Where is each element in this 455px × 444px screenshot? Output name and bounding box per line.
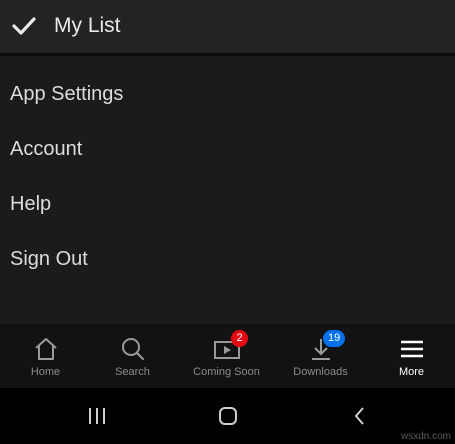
home-button-icon[interactable] [216,404,240,428]
menu-item-account[interactable]: Account [10,138,82,161]
downloads-badge: 19 [323,330,346,347]
nav-home[interactable]: Home [0,324,91,388]
nav-downloads-label: Downloads [293,366,348,378]
my-list-row[interactable]: My List [0,0,455,53]
nav-more-label: More [398,366,425,378]
nav-search[interactable]: Search [87,324,178,388]
nav-downloads[interactable]: 19 Downloads [275,324,366,388]
menu-item-app-settings[interactable]: App Settings [10,83,123,106]
menu-item-sign-out[interactable]: Sign Out [10,248,88,271]
check-icon [12,17,36,35]
menu-icon [400,340,423,358]
menu-panel: App Settings Account Help Sign Out [0,56,455,324]
bottom-nav: Home Search 2 Coming Soon 19 Downloads M… [0,324,455,388]
nav-coming-soon[interactable]: 2 Coming Soon [181,324,272,388]
back-icon[interactable] [348,404,372,428]
search-icon [121,338,144,360]
recents-icon[interactable] [85,404,109,428]
nav-coming-soon-label: Coming Soon [193,366,260,378]
nav-home-label: Home [30,366,61,378]
home-icon [34,338,57,360]
system-nav-bar: wsxdn.com [0,388,455,444]
menu-item-help[interactable]: Help [10,193,51,216]
nav-search-label: Search [115,366,150,378]
watermark: wsxdn.com [400,431,451,442]
coming-soon-badge: 2 [231,330,248,347]
my-list-label: My List [54,14,121,37]
nav-more[interactable]: More [368,324,455,388]
